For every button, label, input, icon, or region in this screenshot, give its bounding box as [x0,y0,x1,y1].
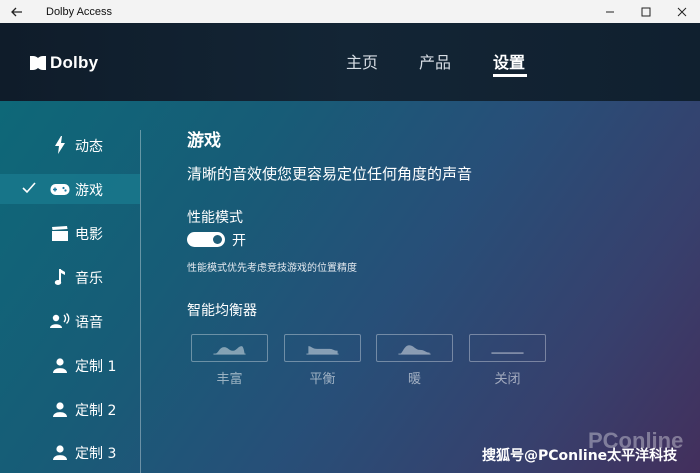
clapperboard-icon [50,224,70,242]
performance-mode-toggle-label: 开 [232,233,246,249]
page-subtitle: 清晰的音效使您更容易定位任何角度的声音 [187,165,473,183]
voice-icon [50,312,70,330]
sidebar-item-custom-3[interactable]: 定制 3 [0,437,140,467]
performance-mode-helper-text: 性能模式优先考虑竞技游戏的位置精度 [187,263,357,274]
close-icon [677,7,687,16]
sidebar-item-games[interactable]: 游戏 [0,174,140,204]
eq-balanced-label: 平衡 [309,372,336,387]
minimize-button[interactable] [592,0,628,23]
intelligent-equalizer-title: 智能均衡器 [187,303,257,319]
sidebar-item-dynamic[interactable]: 动态 [0,130,140,160]
maximize-button[interactable] [628,0,664,23]
nav-active-underline [493,74,527,77]
nav-products[interactable]: 产品 [419,49,451,73]
eq-off-button[interactable] [469,334,546,362]
back-arrow-icon [11,7,22,16]
sidebar-item-music[interactable]: 音乐 [0,262,140,292]
eq-balanced-button[interactable] [284,334,361,362]
eq-warm-label: 暖 [407,372,421,387]
sidebar-item-custom-2[interactable]: 定制 2 [0,394,140,424]
eq-warm-button[interactable] [376,334,453,362]
person-icon [50,356,70,374]
app-header: Dolby 主页 产品 设置 [0,23,700,101]
toggle-knob [213,235,222,244]
music-note-icon [50,268,70,286]
eq-off-label: 关闭 [494,372,521,387]
nav-settings[interactable]: 设置 [493,49,525,73]
performance-mode-title: 性能模式 [187,210,243,226]
sidebar-item-label: 动态 [75,139,103,155]
eq-rich-button[interactable] [191,334,268,362]
eq-rich-icon [213,346,246,355]
minimize-icon [606,11,614,12]
maximize-icon [641,7,651,16]
sidebar-item-label: 定制 1 [75,359,117,375]
sidebar-item-movies[interactable]: 电影 [0,218,140,248]
checkmark-icon [22,180,36,198]
close-button[interactable] [664,0,700,23]
title-bar: Dolby Access [0,0,700,23]
window-controls [592,0,700,23]
sidebar-item-custom-1[interactable]: 定制 1 [0,350,140,380]
sidebar-item-label: 定制 3 [75,446,117,462]
eq-rich-label: 丰富 [216,372,243,387]
window-title: Dolby Access [46,5,113,18]
nav-home[interactable]: 主页 [346,49,378,73]
sidebar-item-label: 音乐 [75,271,103,287]
main-nav: 主页 产品 设置 [0,47,700,77]
sidebar-item-label: 语音 [75,315,103,331]
eq-warm-icon [398,345,431,355]
sidebar-item-label: 电影 [75,227,103,243]
eq-off-icon [491,352,524,354]
lightning-icon [50,136,70,154]
gamepad-icon [50,180,70,198]
back-button[interactable] [0,0,34,23]
watermark-text: 搜狐号@PConline太平洋科技 [482,448,678,464]
sidebar-item-label: 游戏 [75,183,103,199]
person-icon [50,400,70,418]
page-title: 游戏 [187,131,221,151]
person-icon [50,443,70,461]
sidebar-divider [140,130,141,473]
sidebar-item-label: 定制 2 [75,403,117,419]
eq-balanced-icon [306,346,339,355]
sidebar-item-voice[interactable]: 语音 [0,306,140,336]
performance-mode-toggle[interactable] [187,232,225,247]
